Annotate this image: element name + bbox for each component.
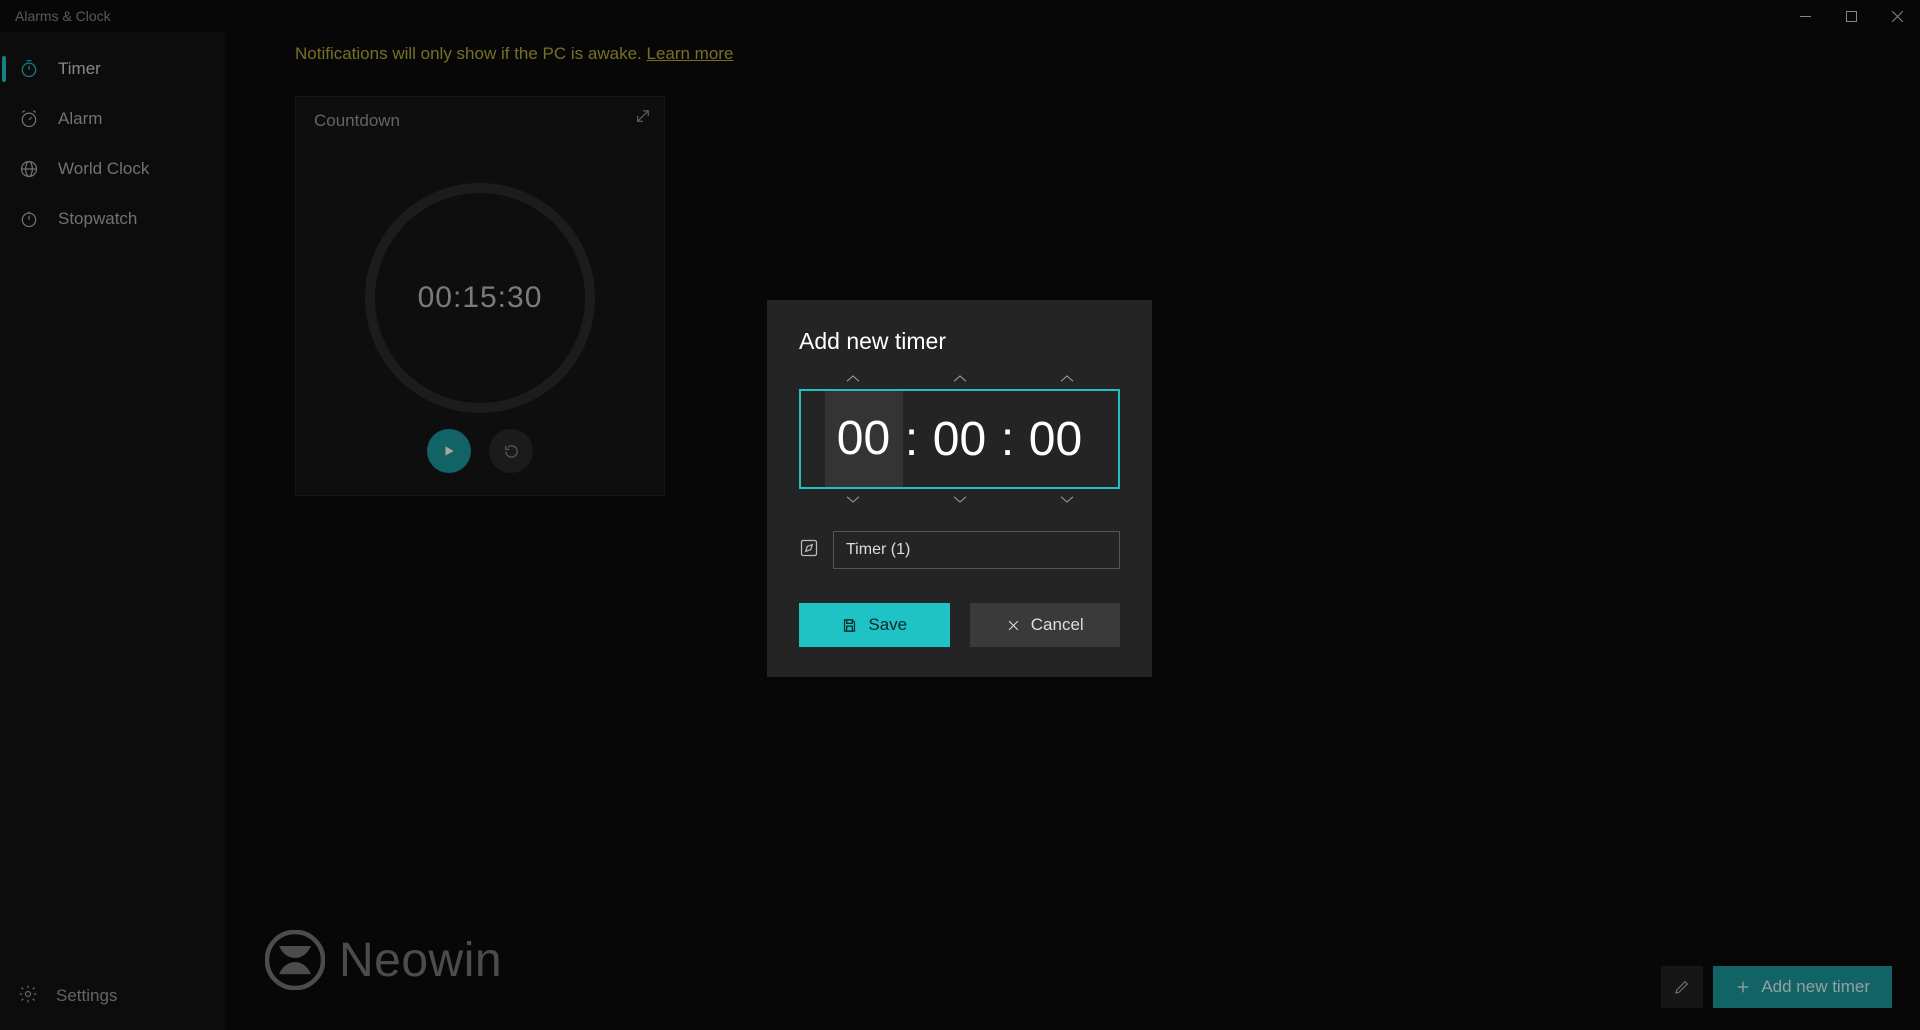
hours-up-button[interactable] xyxy=(813,373,893,385)
time-picker[interactable]: 00 : 00 : 00 xyxy=(799,389,1120,489)
dialog-title: Add new timer xyxy=(799,328,1120,355)
dialog-buttons: Save Cancel xyxy=(799,603,1120,647)
colon: : xyxy=(999,412,1017,467)
save-icon xyxy=(841,617,858,634)
timer-name-row xyxy=(799,531,1120,569)
minutes-up-button[interactable] xyxy=(920,373,1000,385)
seconds-down-button[interactable] xyxy=(1027,493,1107,505)
colon: : xyxy=(903,412,921,467)
seconds-up-button[interactable] xyxy=(1027,373,1107,385)
add-timer-dialog: Add new timer 00 : 00 : 00 Save Cancel xyxy=(767,300,1152,677)
cancel-label: Cancel xyxy=(1031,615,1084,635)
spin-up-row xyxy=(799,373,1120,385)
cancel-button[interactable]: Cancel xyxy=(970,603,1121,647)
close-icon xyxy=(1006,618,1021,633)
edit-name-icon xyxy=(799,538,819,563)
spin-down-row xyxy=(799,493,1120,505)
timer-name-input[interactable] xyxy=(833,531,1120,569)
minutes-field[interactable]: 00 xyxy=(921,412,999,467)
hours-field[interactable]: 00 xyxy=(825,391,903,487)
save-button[interactable]: Save xyxy=(799,603,950,647)
seconds-field[interactable]: 00 xyxy=(1017,412,1095,467)
minutes-down-button[interactable] xyxy=(920,493,1000,505)
hours-down-button[interactable] xyxy=(813,493,893,505)
save-label: Save xyxy=(868,615,907,635)
